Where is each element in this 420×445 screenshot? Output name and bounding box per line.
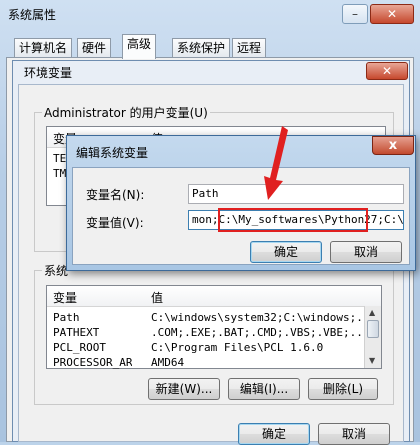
highlight-box bbox=[218, 208, 368, 232]
close-icon[interactable]: x bbox=[372, 136, 414, 155]
env-dialog-title: 环境变量 bbox=[24, 66, 73, 80]
tab-hardware[interactable]: 硬件 bbox=[77, 38, 112, 58]
scroll-down-icon[interactable]: ▼ bbox=[369, 356, 375, 365]
env-close-button[interactable]: ✕ bbox=[366, 62, 408, 80]
tab-computer-name[interactable]: 计算机名 bbox=[14, 38, 73, 58]
system-row-value[interactable]: AMD64 bbox=[151, 356, 365, 369]
edit-cancel-button[interactable]: 取消 bbox=[330, 241, 402, 263]
window-minimize-button[interactable]: – bbox=[342, 4, 368, 24]
tab-advanced[interactable]: 高级 bbox=[122, 34, 157, 59]
edit-dialog-title: 编辑系统变量 bbox=[76, 146, 149, 160]
system-col-variable[interactable]: 变量 bbox=[53, 289, 77, 306]
system-row-name[interactable]: Path bbox=[53, 311, 80, 324]
tab-remote[interactable]: 远程 bbox=[232, 38, 267, 58]
system-list-header: 变量 值 bbox=[47, 286, 381, 307]
user-variables-label: Administrator 的用户变量(U) bbox=[42, 104, 210, 121]
scroll-up-icon[interactable]: ▲ bbox=[369, 308, 375, 317]
variable-name-input[interactable]: Path bbox=[188, 184, 404, 204]
new-variable-button[interactable]: 新建(W)... bbox=[148, 378, 220, 400]
system-row-name[interactable]: PATHEXT bbox=[53, 326, 99, 339]
system-variables-list[interactable]: 变量 值 Path C:\windows\system32;C:\windows… bbox=[46, 285, 382, 369]
system-properties-title: 系统属性 bbox=[8, 8, 57, 22]
scroll-thumb[interactable] bbox=[367, 320, 379, 338]
delete-variable-button[interactable]: 删除(L) bbox=[308, 378, 378, 400]
edit-variable-button[interactable]: 编辑(I)... bbox=[228, 378, 300, 400]
tab-system-protection[interactable]: 系统保护 bbox=[172, 38, 231, 58]
system-row-value[interactable]: .COM;.EXE;.BAT;.CMD;.VBS;.VBE;... bbox=[151, 326, 365, 339]
system-row-value[interactable]: C:\Program Files\PCL 1.6.0 bbox=[151, 341, 365, 354]
system-list-scrollbar[interactable]: ▲ ▼ bbox=[364, 306, 381, 368]
variable-value-label: 变量值(V): bbox=[86, 216, 144, 230]
system-row-name[interactable]: PCL_ROOT bbox=[53, 341, 106, 354]
system-col-value[interactable]: 值 bbox=[151, 289, 163, 306]
window-close-button[interactable]: ✕ bbox=[370, 4, 414, 24]
variable-name-label: 变量名(N): bbox=[86, 188, 145, 202]
system-row-name[interactable]: PROCESSOR_AR bbox=[53, 356, 132, 369]
edit-ok-button[interactable]: 确定 bbox=[250, 241, 322, 263]
system-row-value[interactable]: C:\windows\system32;C:\windows;... bbox=[151, 311, 365, 324]
